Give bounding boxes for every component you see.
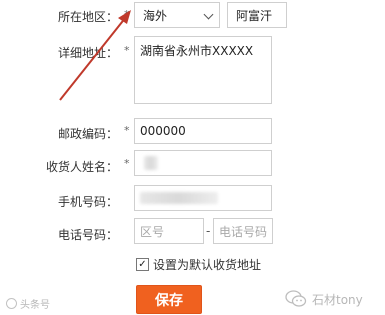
annotation-arrow-line <box>59 16 127 101</box>
watermark-right: 石材tony <box>285 290 363 308</box>
save-button-label: 保存 <box>155 292 183 309</box>
phone-label: 电话号码： <box>57 228 118 242</box>
area-code-input[interactable]: 区号 <box>134 218 204 244</box>
watermark-left-icon <box>6 298 17 309</box>
postcode-required-star: * <box>124 124 130 137</box>
annotation-arrow-head <box>118 10 131 24</box>
watermark-left: 头条号 <box>6 296 50 311</box>
checkbox-checkmark-icon: ✓ <box>138 258 147 270</box>
postcode-input[interactable]: 000000 <box>134 118 272 144</box>
phone-number-placeholder: 电话号码 <box>219 224 268 239</box>
phone-separator: - <box>206 224 211 238</box>
recipient-required-star: * <box>124 157 130 170</box>
recipient-redacted-value <box>144 156 158 170</box>
phone-number-input[interactable]: 电话号码 <box>213 218 273 244</box>
postcode-label: 邮政编码： <box>57 127 118 141</box>
mobile-label: 手机号码： <box>57 195 118 209</box>
mobile-input[interactable] <box>134 185 272 211</box>
watermark-left-text: 头条号 <box>20 300 50 311</box>
recipient-label: 收货人姓名： <box>45 160 118 174</box>
mobile-redacted-value <box>140 192 218 204</box>
save-button[interactable]: 保存 <box>136 285 202 314</box>
default-address-option[interactable]: ✓ 设置为默认收货地址 <box>136 256 261 273</box>
postcode-input-value: 000000 <box>140 124 186 138</box>
default-address-label: 设置为默认收货地址 <box>153 258 262 272</box>
area-code-placeholder: 区号 <box>140 224 165 239</box>
default-address-checkbox[interactable]: ✓ <box>136 258 149 271</box>
recipient-input[interactable] <box>134 150 272 176</box>
watermark-right-text: 石材tony <box>312 292 363 307</box>
wechat-icon <box>285 290 307 307</box>
